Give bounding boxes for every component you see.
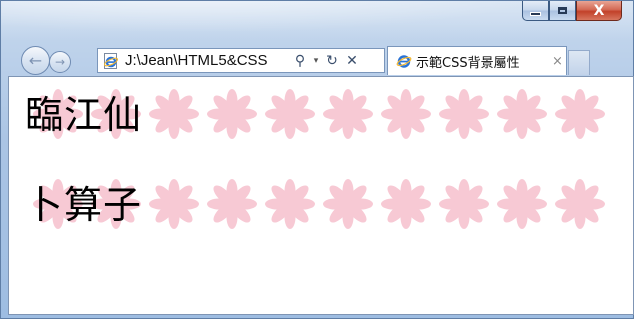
- flower-icon: [381, 89, 431, 139]
- refresh-icon[interactable]: ↻: [322, 53, 342, 69]
- tab-title: 示範CSS背景屬性: [416, 55, 520, 71]
- content-row-2: 卜算子: [9, 175, 633, 235]
- flower-icon: [497, 179, 547, 229]
- poem-title: 卜算子: [25, 183, 143, 227]
- back-arrow-icon: ←: [28, 51, 43, 70]
- flower-icon: [555, 179, 605, 229]
- flower-icon: [323, 179, 373, 229]
- stop-icon[interactable]: ✕: [342, 53, 362, 69]
- navigation-bar: ← → J:\Jean\HTML5&CSS ⚲ ▾ ↻ ✕ 示範CSS背景屬性 …: [1, 43, 633, 77]
- flower-icon: [439, 89, 489, 139]
- flower-icon: [497, 89, 547, 139]
- close-icon: X: [593, 2, 605, 19]
- ie-tab-icon: [396, 53, 412, 69]
- poem-title: 臨江仙: [25, 93, 143, 137]
- back-button[interactable]: ←: [21, 46, 50, 75]
- address-tools: ⚲ ▾ ↻ ✕: [290, 53, 362, 69]
- maximize-button[interactable]: [549, 1, 576, 21]
- flower-icon: [323, 89, 373, 139]
- search-icon[interactable]: ⚲: [290, 53, 310, 69]
- minimize-button[interactable]: [522, 1, 549, 21]
- forward-button[interactable]: →: [49, 51, 71, 73]
- flower-icon: [207, 179, 257, 229]
- content-row-1: 臨江仙: [9, 85, 633, 145]
- browser-window: X ← → J:\Jean\HTML5&CSS ⚲ ▾ ↻ ✕ 示範CSS背景屬…: [0, 0, 634, 319]
- close-window-button[interactable]: X: [576, 1, 622, 21]
- minimize-icon: [530, 11, 541, 16]
- flower-icon: [149, 179, 199, 229]
- flower-icon: [149, 89, 199, 139]
- tab-close-icon[interactable]: ×: [552, 54, 563, 69]
- dropdown-arrow-icon[interactable]: ▾: [310, 56, 322, 66]
- ie-page-icon: [103, 52, 119, 69]
- maximize-icon: [558, 7, 567, 14]
- flower-icon: [265, 179, 315, 229]
- page-viewport: 臨江仙 卜算子: [8, 76, 634, 315]
- address-bar[interactable]: J:\Jean\HTML5&CSS ⚲ ▾ ↻ ✕: [97, 48, 385, 73]
- flower-icon: [439, 179, 489, 229]
- flower-icon: [381, 179, 431, 229]
- flower-icon: [555, 89, 605, 139]
- flower-icon: [207, 89, 257, 139]
- address-input[interactable]: J:\Jean\HTML5&CSS: [125, 52, 287, 69]
- flower-icon: [265, 89, 315, 139]
- tab-active[interactable]: 示範CSS背景屬性 ×: [387, 46, 567, 75]
- new-tab-button[interactable]: [568, 50, 590, 75]
- window-controls: X: [522, 1, 622, 22]
- forward-arrow-icon: →: [54, 55, 66, 69]
